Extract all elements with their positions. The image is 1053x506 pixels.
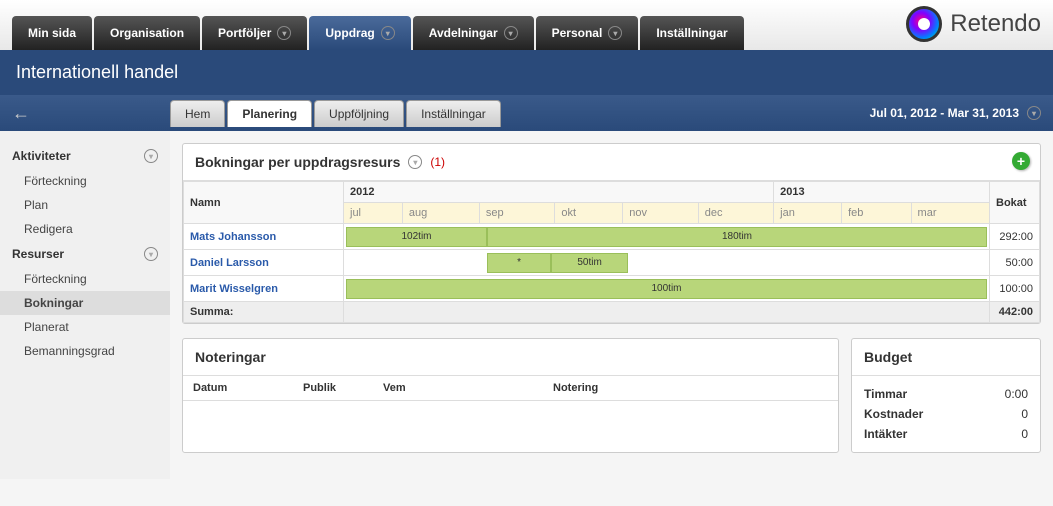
booking-bar[interactable]: 50tim — [551, 253, 628, 273]
nav-min-sida[interactable]: Min sida — [12, 16, 92, 50]
tab-uppföljning[interactable]: Uppföljning — [314, 100, 404, 127]
logo-icon — [906, 6, 942, 42]
nav-portföljer[interactable]: Portföljer ▾ — [202, 16, 307, 50]
budget-value: 0:00 — [1005, 387, 1028, 401]
notes-title: Noteringar — [183, 339, 838, 376]
budget-label: Timmar — [864, 387, 907, 401]
nav-label: Inställningar — [656, 26, 727, 40]
month-dec: dec — [698, 203, 773, 224]
sidebar-item-redigera[interactable]: Redigera — [0, 217, 170, 241]
nav-personal[interactable]: Personal ▾ — [536, 16, 639, 50]
chevron-down-icon[interactable]: ▾ — [144, 149, 158, 163]
notes-col-vem: Vem — [373, 376, 543, 400]
sum-row: Summa: 442:00 — [184, 302, 1040, 323]
sidebar-item-förteckning[interactable]: Förteckning — [0, 169, 170, 193]
chevron-down-icon[interactable]: ▾ — [408, 155, 422, 169]
logo: Retendo — [906, 6, 1041, 42]
month-aug: aug — [402, 203, 479, 224]
notes-col-notering: Notering — [543, 376, 608, 400]
sidebar-item-planerat[interactable]: Planerat — [0, 315, 170, 339]
person-link[interactable]: Marit Wisselgren — [190, 283, 278, 295]
chevron-down-icon[interactable]: ▾ — [381, 26, 395, 40]
booking-bar[interactable]: * — [487, 253, 551, 273]
logo-text: Retendo — [950, 10, 1041, 38]
date-range-text: Jul 01, 2012 - Mar 31, 2013 — [870, 106, 1019, 120]
budget-title: Budget — [852, 339, 1040, 376]
sidebar-item-bokningar[interactable]: Bokningar — [0, 291, 170, 315]
chevron-down-icon[interactable]: ▾ — [144, 247, 158, 261]
table-row: Daniel Larsson *50tim 50:00 — [184, 250, 1040, 276]
tab-hem[interactable]: Hem — [170, 100, 225, 127]
nav-label: Personal — [552, 26, 603, 40]
budget-value: 0 — [1021, 427, 1028, 441]
bokat-value: 50:00 — [990, 250, 1040, 276]
budget-label: Intäkter — [864, 427, 907, 441]
add-button[interactable]: + — [1012, 152, 1030, 170]
tab-inställningar[interactable]: Inställningar — [406, 100, 501, 127]
month-mar: mar — [911, 203, 989, 224]
sidebar-group-label: Resurser — [12, 247, 64, 261]
notes-col-publik: Publik — [293, 376, 373, 400]
sum-label: Summa: — [184, 302, 344, 323]
chevron-down-icon[interactable]: ▾ — [608, 26, 622, 40]
nav-label: Min sida — [28, 26, 76, 40]
nav-label: Avdelningar — [429, 26, 498, 40]
bookings-count-badge: (1) — [430, 155, 445, 169]
bokat-value: 292:00 — [990, 224, 1040, 250]
budget-value: 0 — [1021, 407, 1028, 421]
budget-row-timmar: Timmar 0:00 — [864, 384, 1028, 404]
booking-bar[interactable]: 180tim — [487, 227, 987, 247]
sum-value: 442:00 — [990, 302, 1040, 323]
person-link[interactable]: Mats Johansson — [190, 231, 276, 243]
nav-label: Uppdrag — [325, 26, 374, 40]
table-row: Marit Wisselgren 100tim100:00 — [184, 276, 1040, 302]
bookings-panel: Bokningar per uppdragsresurs ▾ (1) + Nam… — [182, 143, 1041, 324]
budget-panel: Budget Timmar 0:00 Kostnader 0 Intäkter 0 — [851, 338, 1041, 453]
sidebar-group-aktiviteter[interactable]: Aktiviteter ▾ — [0, 143, 170, 169]
col-name: Namn — [184, 182, 344, 224]
sidebar-group-label: Aktiviteter — [12, 149, 71, 163]
month-okt: okt — [555, 203, 623, 224]
year-2012: 2012 — [344, 182, 774, 203]
sidebar-group-resurser[interactable]: Resurser ▾ — [0, 241, 170, 267]
budget-row-intäkter: Intäkter 0 — [864, 424, 1028, 444]
year-2013: 2013 — [774, 182, 990, 203]
chevron-down-icon[interactable]: ▾ — [277, 26, 291, 40]
month-feb: feb — [842, 203, 911, 224]
bokat-value: 100:00 — [990, 276, 1040, 302]
tab-planering[interactable]: Planering — [227, 100, 312, 127]
back-arrow-icon[interactable]: ← — [12, 103, 30, 124]
month-nov: nov — [623, 203, 698, 224]
nav-avdelningar[interactable]: Avdelningar ▾ — [413, 16, 534, 50]
notes-panel: Noteringar DatumPublikVemNotering — [182, 338, 839, 453]
chevron-down-icon[interactable]: ▾ — [504, 26, 518, 40]
nav-uppdrag[interactable]: Uppdrag ▾ — [309, 16, 410, 50]
month-jan: jan — [774, 203, 842, 224]
sidebar-item-förteckning[interactable]: Förteckning — [0, 267, 170, 291]
notes-col-datum: Datum — [183, 376, 293, 400]
col-bokat: Bokat — [990, 182, 1040, 224]
table-row: Mats Johansson 102tim180tim292:00 — [184, 224, 1040, 250]
nav-inställningar[interactable]: Inställningar — [640, 16, 743, 50]
month-jul: jul — [344, 203, 403, 224]
nav-organisation[interactable]: Organisation — [94, 16, 200, 50]
sidebar-item-bemanningsgrad[interactable]: Bemanningsgrad — [0, 339, 170, 363]
person-link[interactable]: Daniel Larsson — [190, 257, 269, 269]
month-sep: sep — [479, 203, 554, 224]
date-range[interactable]: Jul 01, 2012 - Mar 31, 2013 ▾ — [870, 106, 1041, 120]
nav-label: Organisation — [110, 26, 184, 40]
booking-bar[interactable]: 102tim — [346, 227, 487, 247]
booking-bar[interactable]: 100tim — [346, 279, 987, 299]
bookings-title: Bokningar per uppdragsresurs — [195, 154, 400, 170]
page-title: Internationell handel — [0, 50, 1053, 95]
budget-row-kostnader: Kostnader 0 — [864, 404, 1028, 424]
sidebar-item-plan[interactable]: Plan — [0, 193, 170, 217]
nav-label: Portföljer — [218, 26, 271, 40]
budget-label: Kostnader — [864, 407, 923, 421]
chevron-down-icon[interactable]: ▾ — [1027, 106, 1041, 120]
